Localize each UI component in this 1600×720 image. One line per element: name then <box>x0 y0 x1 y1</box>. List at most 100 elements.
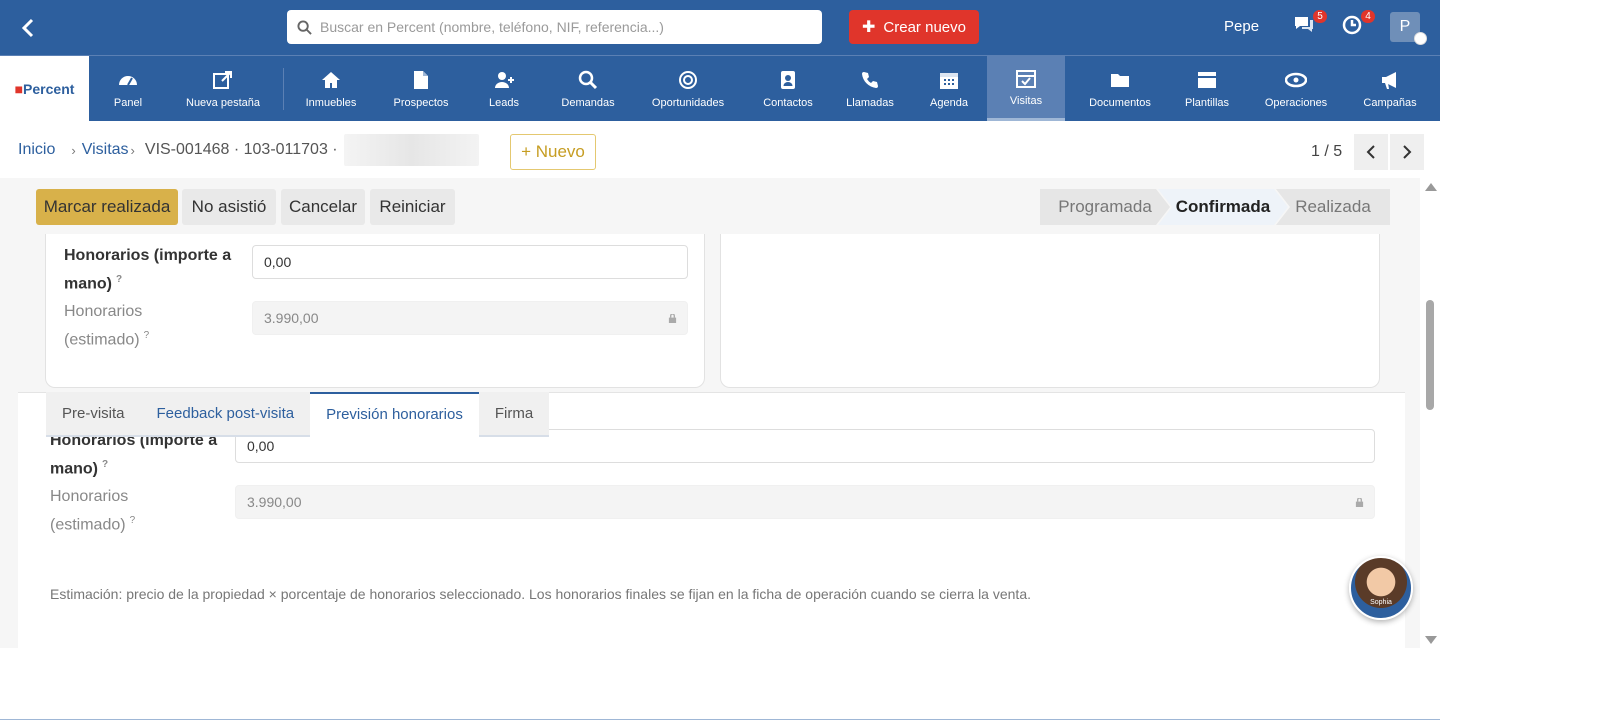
tab-prevision-honorarios[interactable]: Previsión honorarios <box>310 392 479 437</box>
megaphone-icon <box>1382 71 1396 89</box>
no-show-button[interactable]: No asistió <box>182 189 276 225</box>
nav-item-operaciones[interactable]: Operaciones <box>1254 56 1338 121</box>
next-record-button[interactable] <box>1390 134 1424 170</box>
lock-icon <box>1355 498 1364 507</box>
nav-item-prospectos[interactable]: Prospectos <box>382 56 460 121</box>
user-name[interactable]: Pepe <box>1224 18 1259 35</box>
nav-item-inmuebles[interactable]: Inmuebles <box>295 56 367 121</box>
nav-item-demandas[interactable]: Demandas <box>550 56 626 121</box>
secondary-card <box>720 228 1380 388</box>
back-button[interactable] <box>14 14 42 42</box>
status-dot <box>1414 32 1427 45</box>
nav-label: Documentos <box>1089 96 1151 109</box>
tab-feedback-post-visita[interactable]: Feedback post-visita <box>140 392 311 437</box>
scroll-up-arrow-icon[interactable] <box>1425 183 1437 191</box>
search-icon <box>578 70 598 89</box>
tab-firma[interactable]: Firma <box>478 392 550 437</box>
stage-confirmada[interactable]: Confirmada <box>1158 189 1288 225</box>
nav-item-oportunidades[interactable]: Oportunidades <box>640 56 736 121</box>
breadcrumb-home[interactable]: Inicio <box>18 141 55 159</box>
chevron-right-icon <box>1403 145 1412 159</box>
main-nav: ■ Percent Panel Nueva pestaña Inmuebles P… <box>0 55 1440 121</box>
breadcrumb: Inicio › Visitas › VIS-001468 · 103-0117… <box>0 122 1440 178</box>
breadcrumb-separator: › <box>130 142 135 158</box>
nav-item-panel[interactable]: Panel <box>97 56 159 121</box>
scrollbar-thumb[interactable] <box>1426 300 1434 410</box>
template-icon <box>1198 71 1216 88</box>
nav-item-plantillas[interactable]: Plantillas <box>1173 56 1241 121</box>
fee-label-line2: mano) <box>64 275 112 293</box>
dashboard-icon <box>119 75 137 85</box>
plus-icon: ✚ <box>862 19 876 36</box>
help-icon[interactable]: ? <box>116 274 122 285</box>
chat-icon <box>1295 17 1313 32</box>
nav-item-leads[interactable]: Leads <box>473 56 535 121</box>
tab-pre-visita[interactable]: Pre-visita <box>46 392 141 437</box>
help-icon[interactable]: ? <box>102 459 108 470</box>
breadcrumb-separator: › <box>71 142 76 158</box>
prev-record-button[interactable] <box>1354 134 1388 170</box>
percent-logo[interactable]: ■ Percent <box>0 56 89 121</box>
new-tab-icon <box>213 70 232 89</box>
panel-estimated-label-line1: Honorarios <box>50 488 129 505</box>
document-icon <box>414 70 428 89</box>
nav-label: Panel <box>113 96 143 109</box>
nav-label: Inmuebles <box>305 96 357 109</box>
record-pager: 1 / 5 <box>1311 143 1343 160</box>
nav-label: Nueva pestaña <box>186 96 260 109</box>
nav-label: Agenda <box>930 96 968 109</box>
chevron-left-icon <box>1366 145 1375 159</box>
vertical-scrollbar[interactable] <box>1420 178 1440 648</box>
avatar-letter: P <box>1399 18 1411 35</box>
scroll-down-arrow-icon[interactable] <box>1425 636 1437 644</box>
search-input[interactable] <box>320 12 822 42</box>
handshake-icon <box>1285 72 1307 87</box>
nav-label: Operaciones <box>1264 96 1328 109</box>
help-icon[interactable]: ? <box>144 330 150 341</box>
nav-item-campanas[interactable]: Campañas <box>1352 56 1428 121</box>
nav-item-contactos[interactable]: Contactos <box>752 56 824 121</box>
restart-button[interactable]: Reiniciar <box>370 189 455 225</box>
nav-label: Prospectos <box>393 96 449 109</box>
chat-badge: 5 <box>1313 10 1327 23</box>
phone-icon <box>862 71 878 88</box>
notifications-button[interactable]: 4 <box>1341 10 1375 40</box>
nuevo-button[interactable]: + Nuevo <box>510 134 596 170</box>
reminder-icon <box>1342 15 1362 35</box>
stage-realizada[interactable]: Realizada <box>1276 189 1390 225</box>
panel-estimated-value: 3.990,00 <box>247 494 302 510</box>
stage-programada[interactable]: Programada <box>1040 189 1170 225</box>
crear-nuevo-button[interactable]: ✚ Crear nuevo <box>849 10 979 44</box>
cancel-button[interactable]: Cancelar <box>281 189 365 225</box>
record-reference: VIS-001468 · 103-011703 · <box>144 141 338 158</box>
nav-label: Campañas <box>1363 96 1417 109</box>
panel-estimated-label: Honorarios (estimado)? <box>50 485 135 537</box>
user-avatar[interactable]: P <box>1390 12 1427 45</box>
nav-item-visitas[interactable]: Visitas <box>987 56 1065 121</box>
fees-card: Honorarios (importe a mano)? 0,00 Honorar… <box>45 228 705 388</box>
redacted-text <box>343 134 479 166</box>
help-icon[interactable]: ? <box>130 515 136 526</box>
assistant-avatar[interactable]: Sophia <box>1349 556 1413 620</box>
nav-label: Llamadas <box>846 96 894 109</box>
nav-item-llamadas[interactable]: Llamadas <box>836 56 904 121</box>
estimated-fee-field: 3.990,00 <box>252 301 688 335</box>
estimated-fee-value: 3.990,00 <box>264 310 319 326</box>
nav-item-nueva-pestana[interactable]: Nueva pestaña <box>173 56 273 121</box>
nav-label: Demandas <box>561 96 615 109</box>
global-search[interactable] <box>287 10 822 44</box>
fee-input[interactable]: 0,00 <box>252 245 688 279</box>
chat-button[interactable]: 5 <box>1293 10 1327 40</box>
mark-done-button[interactable]: Marcar realizada <box>36 189 178 225</box>
nav-divider <box>283 68 284 110</box>
calendar-check-icon <box>1016 70 1036 88</box>
nav-item-agenda[interactable]: Agenda <box>918 56 980 121</box>
app-window: ✚ Crear nuevo Pepe 5 4 P ■Percent Panel … <box>0 0 1440 720</box>
breadcrumb-visitas[interactable]: Visitas <box>82 141 129 159</box>
nav-label: Leads <box>489 96 519 109</box>
panel-estimated-field: 3.990,00 <box>235 485 1375 519</box>
tab-bar: Pre-visita Feedback post-visita Previsió… <box>46 392 550 437</box>
nav-item-documentos[interactable]: Documentos <box>1074 56 1166 121</box>
action-bar: Marcar realizada No asistió Cancelar Rei… <box>0 178 1405 234</box>
folder-icon <box>1111 73 1129 87</box>
